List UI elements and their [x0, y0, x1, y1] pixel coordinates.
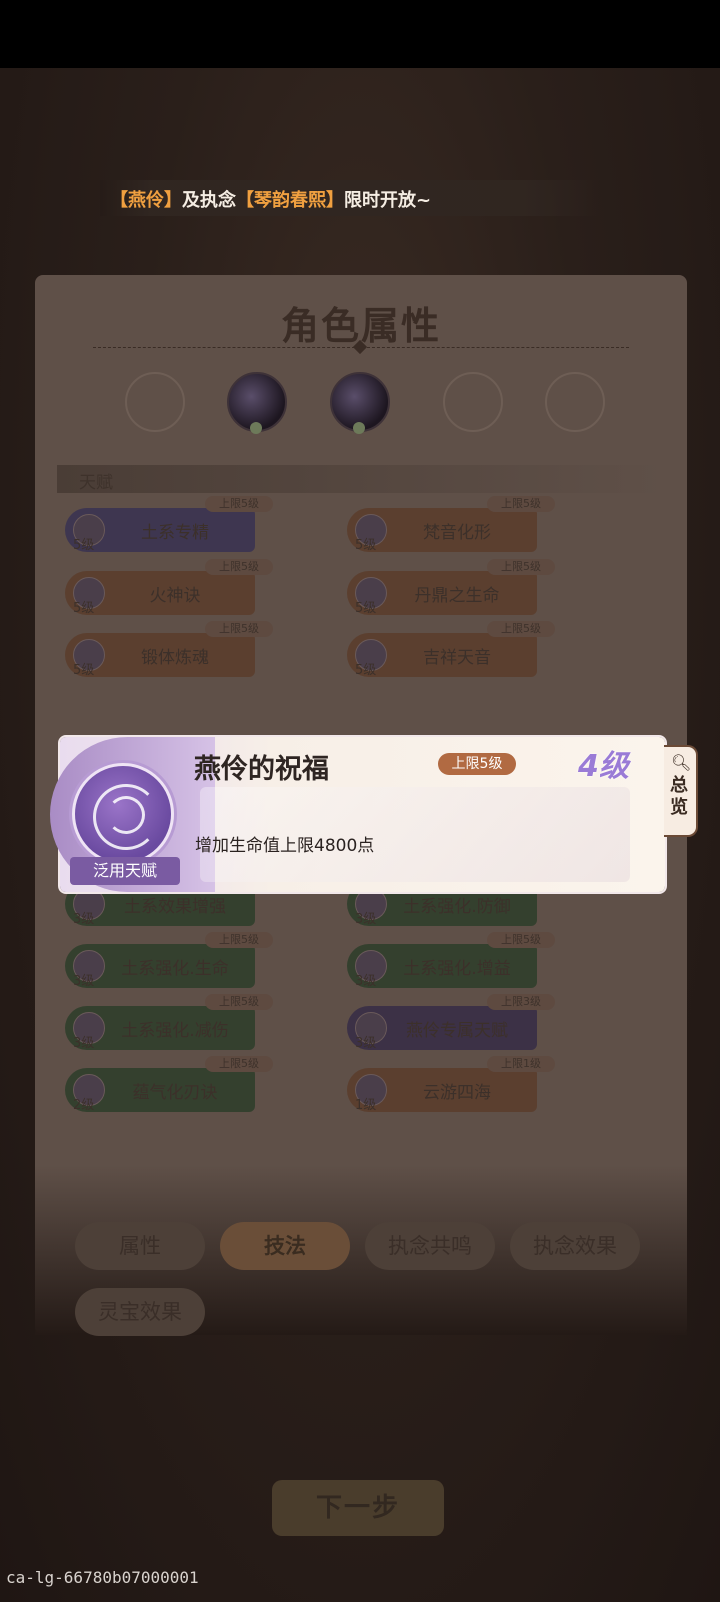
popup-level: 4级 — [578, 749, 629, 784]
popup-cap-badge: 上限5级 — [438, 753, 516, 775]
talent-item[interactable]: 5级 丹鼎之生命 上限5级 — [347, 559, 557, 616]
talent-level: 3级 — [355, 974, 377, 989]
talent-item[interactable]: 5级 吉祥天音 上限5级 — [347, 621, 557, 678]
talent-name: 云游四海 — [423, 1083, 491, 1103]
tab-obsession-effect[interactable]: 执念效果 — [510, 1222, 640, 1270]
announcement-text: 【燕伶】及执念【琴韵春熙】限时开放~ — [110, 186, 431, 212]
overview-label: 总览 — [670, 775, 688, 818]
talent-item[interactable]: 3级 燕伶专属天赋 上限3级 — [347, 994, 557, 1051]
tab-treasure-effect[interactable]: 灵宝效果 — [75, 1288, 205, 1336]
talent-level: 1级 — [355, 1098, 377, 1113]
talent-item[interactable]: 3级 土系强化.生命 上限5级 — [65, 932, 275, 989]
talent-item[interactable]: 3级 土系强化.减伤 上限5级 — [65, 994, 275, 1051]
talent-level: 3级 — [355, 1036, 377, 1051]
talent-detail-popup[interactable]: 泛用天赋 燕伶的祝福 上限5级 4级 增加生命值上限4800点 — [50, 737, 665, 892]
talent-item[interactable]: 5级 梵音化形 上限5级 — [347, 496, 557, 553]
talent-level: 5级 — [355, 601, 377, 616]
tab-skills[interactable]: 技法 — [220, 1222, 350, 1270]
talent-name: 锻体炼魂 — [141, 648, 209, 668]
popup-description: 增加生命值上限4800点 — [195, 836, 375, 856]
talent-level: 5级 — [355, 663, 377, 678]
overview-button[interactable]: 🔍︎ 总览 — [664, 745, 698, 837]
talent-cap-badge: 上限5级 — [487, 621, 555, 637]
talent-name: 丹鼎之生命 — [414, 586, 500, 606]
talent-level: 3级 — [73, 974, 95, 989]
talent-item[interactable]: 5级 火神诀 上限5级 — [65, 559, 275, 616]
talent-cap-badge: 上限5级 — [205, 994, 273, 1010]
talent-type-ribbon: 泛用天赋 — [70, 857, 180, 885]
tab-obsession-resonance[interactable]: 执念共鸣 — [365, 1222, 495, 1270]
talent-name: 蕴气化刃诀 — [132, 1083, 218, 1103]
talent-name: 土系强化.减伤 — [121, 1021, 229, 1041]
talent-section-header: 天赋 — [57, 465, 665, 493]
talent-cap-badge: 上限5级 — [205, 621, 273, 637]
talent-level: 2级 — [73, 1098, 95, 1113]
banner-text-2: 限时开放~ — [344, 190, 432, 211]
talent-cap-badge: 上限5级 — [487, 496, 555, 512]
announcement-banner: 【燕伶】及执念【琴韵春熙】限时开放~ — [100, 180, 600, 216]
banner-text-1: 及执念 — [182, 190, 236, 211]
talent-item[interactable]: 1级 云游四海 上限1级 — [347, 1056, 557, 1113]
talent-name: 土系强化.防御 — [403, 897, 511, 917]
talent-cap-badge: 上限5级 — [205, 559, 273, 575]
talent-level: 5级 — [73, 663, 95, 678]
talent-name: 土系效果增强 — [124, 897, 226, 917]
talent-level: 3级 — [73, 912, 95, 927]
talent-name: 土系强化.生命 — [121, 959, 229, 979]
emblem-swirl-inner — [107, 796, 145, 834]
talent-section-label: 天赋 — [79, 473, 113, 493]
talent-item[interactable]: 2级 蕴气化刃诀 上限5级 — [65, 1056, 275, 1113]
talent-cap-badge: 上限5级 — [487, 932, 555, 948]
talent-level: 5级 — [355, 538, 377, 553]
talent-cap-badge: 上限5级 — [205, 932, 273, 948]
spirit-slot-4[interactable] — [443, 372, 503, 432]
tab-attributes[interactable]: 属性 — [75, 1222, 205, 1270]
talent-level: 5级 — [73, 538, 95, 553]
talent-name: 吉祥天音 — [423, 648, 491, 668]
talent-item[interactable]: 5级 土系专精 上限5级 — [65, 496, 275, 553]
talent-level: 5级 — [73, 601, 95, 616]
banner-highlight-2: 【琴韵春熙】 — [236, 190, 344, 211]
spirit-slot-3[interactable] — [330, 372, 390, 434]
talent-level: 3级 — [73, 1036, 95, 1051]
talent-level: 3级 — [355, 912, 377, 927]
device-id: ca-lg-66780b07000001 — [6, 1568, 199, 1587]
slot-gem-icon — [353, 422, 365, 434]
talent-name: 土系强化.增益 — [403, 959, 511, 979]
talent-cap-badge: 上限5级 — [205, 496, 273, 512]
blessing-emblem-icon — [72, 763, 174, 865]
status-bar — [0, 0, 720, 68]
talent-item[interactable]: 3级 土系强化.增益 上限5级 — [347, 932, 557, 989]
talent-cap-badge: 上限1级 — [487, 1056, 555, 1072]
popup-title: 燕伶的祝福 — [194, 754, 329, 785]
talent-item[interactable]: 5级 锻体炼魂 上限5级 — [65, 621, 275, 678]
talent-name: 梵音化形 — [423, 523, 491, 543]
popup-emblem-area: 泛用天赋 — [50, 737, 215, 892]
search-icon: 🔍︎ — [671, 753, 692, 772]
spirit-slot-2[interactable] — [227, 372, 287, 434]
talent-cap-badge: 上限5级 — [487, 559, 555, 575]
talent-cap-badge: 上限5级 — [205, 1056, 273, 1072]
spirit-slot-5[interactable] — [545, 372, 605, 432]
talent-cap-badge: 上限3级 — [487, 994, 555, 1010]
talent-name: 土系专精 — [141, 523, 209, 543]
talent-name: 火神诀 — [149, 586, 201, 606]
slot-gem-icon — [250, 422, 262, 434]
banner-highlight-1: 【燕伶】 — [110, 190, 182, 211]
next-step-button[interactable]: 下一步 — [272, 1480, 444, 1536]
talent-name: 燕伶专属天赋 — [406, 1021, 508, 1041]
spirit-slot-1[interactable] — [125, 372, 185, 432]
